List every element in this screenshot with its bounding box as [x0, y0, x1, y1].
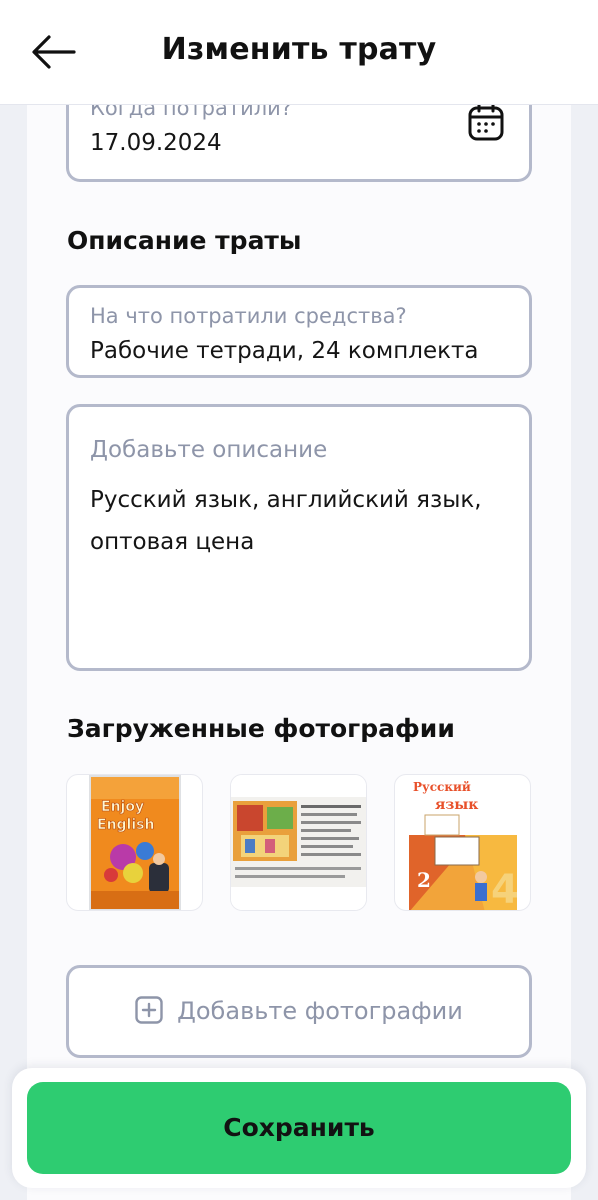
- enjoy-english-book-photo: Enjoy English: [89, 775, 181, 910]
- russkiy-yazyk-book-photo: Русский язык 2 4: [409, 775, 519, 911]
- add-photos-label: Добавьте фотографии: [177, 997, 463, 1025]
- spend-purpose-label: На что потратили средства?: [90, 304, 407, 328]
- photo-thumbnail[interactable]: [230, 774, 367, 911]
- workbook-pages-photo: [231, 775, 366, 910]
- description-textarea[interactable]: Добавьте описание Русский язык, английск…: [66, 404, 532, 671]
- add-photos-button[interactable]: Добавьте фотографии: [66, 965, 532, 1058]
- photo-thumbnail[interactable]: Enjoy English: [66, 774, 203, 911]
- russkiy-cover-text: Русский: [413, 780, 471, 794]
- page-title: Изменить трату: [161, 32, 437, 67]
- top-app-bar: Изменить трату: [0, 0, 598, 105]
- enjoy-cover-text: Enjoy: [101, 799, 144, 815]
- bottom-action-bar: Сохранить: [12, 1068, 586, 1188]
- description-section-title: Описание траты: [67, 226, 302, 255]
- date-field-value: 17.09.2024: [90, 130, 222, 156]
- description-value: Русский язык, английский язык, оптовая ц…: [90, 487, 482, 555]
- spend-purpose-field[interactable]: На что потратили средства? Рабочие тетра…: [66, 285, 532, 378]
- photo-thumbnail[interactable]: Русский язык 2 4: [394, 774, 531, 911]
- date-field[interactable]: Когда потратили? 17.09.2024: [66, 92, 532, 182]
- part-number-text: 2: [417, 868, 431, 892]
- calendar-icon[interactable]: [467, 102, 505, 142]
- add-photos-content: Добавьте фотографии: [69, 996, 529, 1025]
- grade-number-text: 4: [491, 867, 519, 911]
- photos-section-title: Загруженные фотографии: [67, 714, 455, 743]
- spend-purpose-value: Рабочие тетради, 24 комплекта: [90, 338, 479, 364]
- english-cover-text: English: [97, 817, 154, 833]
- plus-square-icon: [135, 996, 163, 1024]
- save-button[interactable]: Сохранить: [27, 1082, 571, 1174]
- yazyk-cover-text: язык: [435, 797, 478, 813]
- description-label: Добавьте описание: [90, 437, 328, 463]
